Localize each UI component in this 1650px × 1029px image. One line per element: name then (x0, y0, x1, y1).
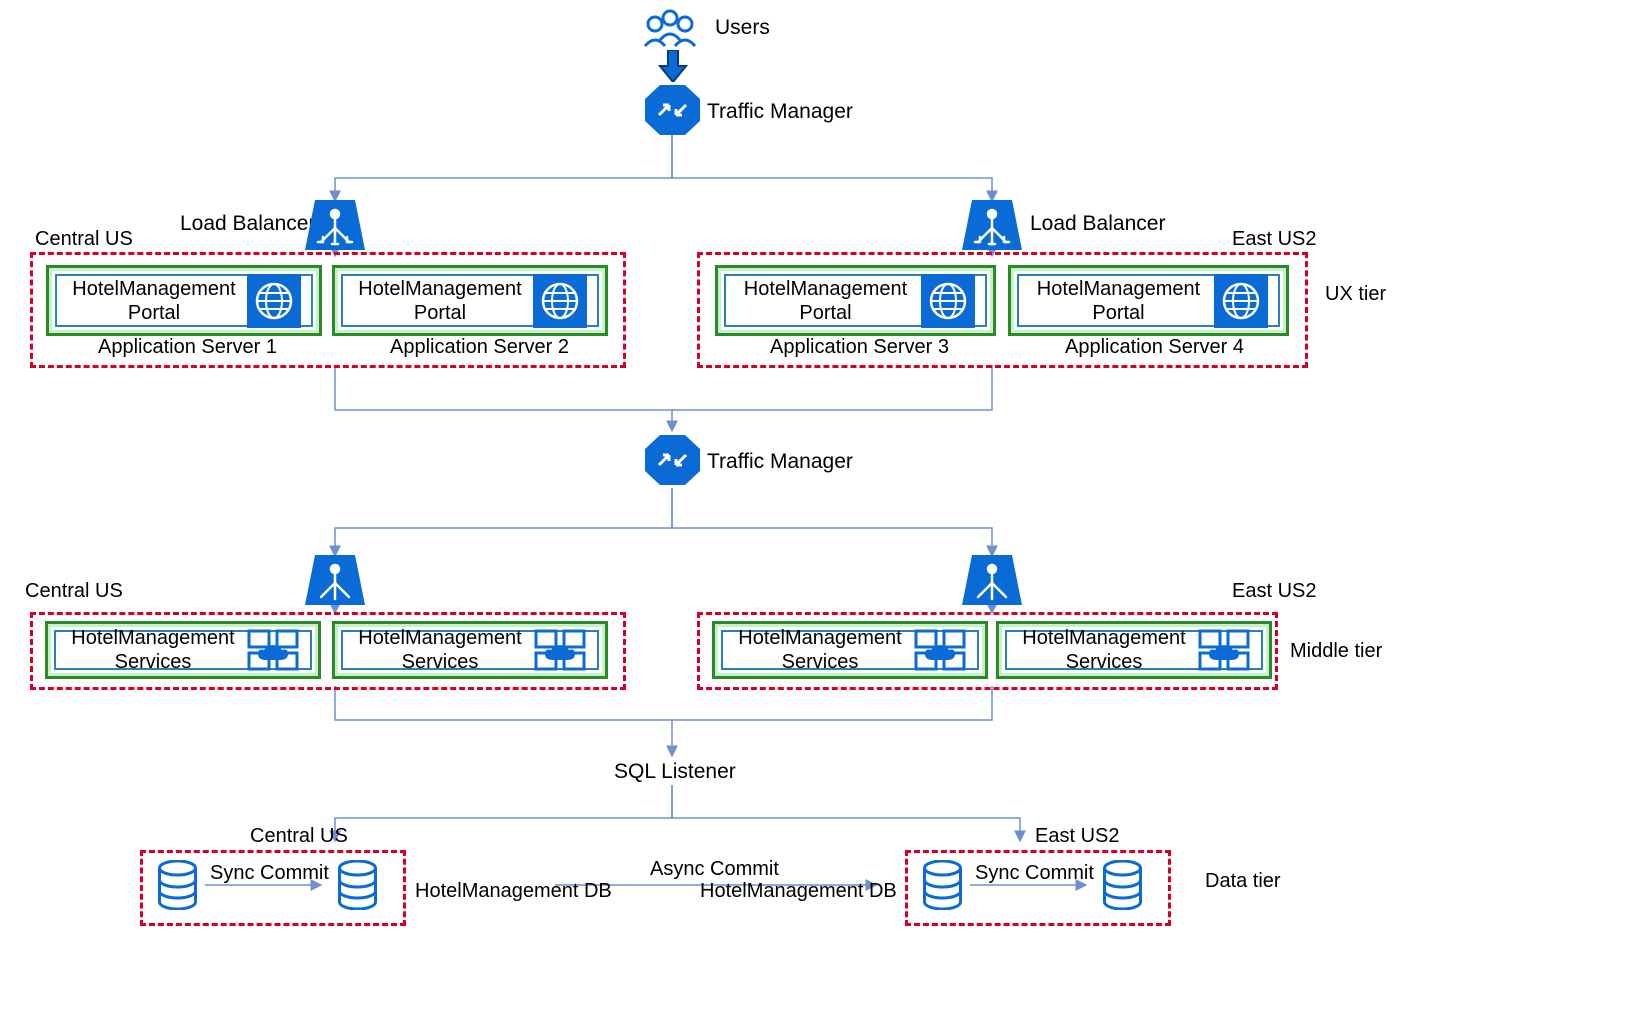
load-balancer-icon (962, 555, 1022, 610)
database-icon (155, 860, 200, 915)
cloud-service-icon (246, 628, 300, 672)
load-balancer-icon (305, 555, 365, 610)
load-balancer-label-left-1: Load Balancer (180, 212, 315, 236)
globe-icon (1214, 274, 1268, 328)
hm-services-box-4: HotelManagement Services (996, 621, 1272, 679)
traffic-manager-icon (645, 85, 700, 140)
ux-tier-label: UX tier (1325, 283, 1386, 306)
sync-commit-label-2: Sync Commit (975, 862, 1094, 885)
load-balancer-icon (962, 200, 1022, 255)
app-server-3-box: HotelManagement Portal (715, 265, 996, 336)
hm-services-label: HotelManagement Services (353, 626, 533, 674)
app-server-1-label: Application Server 1 (98, 336, 277, 359)
region-central-us-3: Central US (250, 825, 348, 848)
cloud-service-icon (533, 628, 587, 672)
hm-db-label-2: HotelManagement DB (700, 880, 897, 903)
app-server-1-box: HotelManagement Portal (46, 265, 322, 336)
hm-services-label: HotelManagement Services (733, 626, 913, 674)
async-commit-label: Async Commit (650, 858, 779, 881)
region-central-us-1: Central US (35, 228, 133, 251)
hm-db-label-1: HotelManagement DB (415, 880, 612, 903)
cloud-service-icon (913, 628, 967, 672)
app-server-2-box: HotelManagement Portal (332, 265, 608, 336)
middle-tier-label: Middle tier (1290, 640, 1382, 663)
traffic-manager-label-2: Traffic Manager (707, 450, 853, 474)
database-icon (1100, 860, 1145, 915)
app-server-2-label: Application Server 2 (390, 336, 569, 359)
arrow-down-icon (658, 50, 688, 87)
users-label: Users (715, 16, 770, 40)
data-tier-label: Data tier (1205, 870, 1281, 893)
cloud-service-icon (1197, 628, 1251, 672)
globe-icon (247, 274, 301, 328)
hm-portal-label: HotelManagement Portal (67, 277, 247, 325)
hm-services-label: HotelManagement Services (1017, 626, 1197, 674)
hm-portal-label: HotelManagement Portal (736, 277, 921, 325)
users-icon (635, 8, 705, 55)
hm-portal-label: HotelManagement Portal (353, 277, 533, 325)
app-server-4-label: Application Server 4 (1065, 336, 1244, 359)
diagram-canvas: Users Traffic Manager Load Balancer (0, 0, 1650, 1029)
app-server-4-box: HotelManagement Portal (1008, 265, 1289, 336)
hm-services-box-1: HotelManagement Services (45, 621, 321, 679)
sync-commit-label-1: Sync Commit (210, 862, 329, 885)
traffic-manager-icon (645, 435, 700, 490)
load-balancer-icon (305, 200, 365, 255)
region-central-us-2: Central US (25, 580, 123, 603)
region-east-us2-1: East US2 (1232, 228, 1316, 251)
sql-listener-label: SQL Listener (614, 760, 736, 784)
hm-services-label: HotelManagement Services (66, 626, 246, 674)
traffic-manager-label-1: Traffic Manager (707, 100, 853, 124)
database-icon (920, 860, 965, 915)
hm-services-box-2: HotelManagement Services (332, 621, 608, 679)
database-icon (335, 860, 380, 915)
globe-icon (921, 274, 975, 328)
region-east-us2-2: East US2 (1232, 580, 1316, 603)
hm-services-box-3: HotelManagement Services (712, 621, 988, 679)
app-server-3-label: Application Server 3 (770, 336, 949, 359)
globe-icon (533, 274, 587, 328)
region-east-us2-3: East US2 (1035, 825, 1119, 848)
load-balancer-label-right-1: Load Balancer (1030, 212, 1165, 236)
hm-portal-label: HotelManagement Portal (1029, 277, 1214, 325)
